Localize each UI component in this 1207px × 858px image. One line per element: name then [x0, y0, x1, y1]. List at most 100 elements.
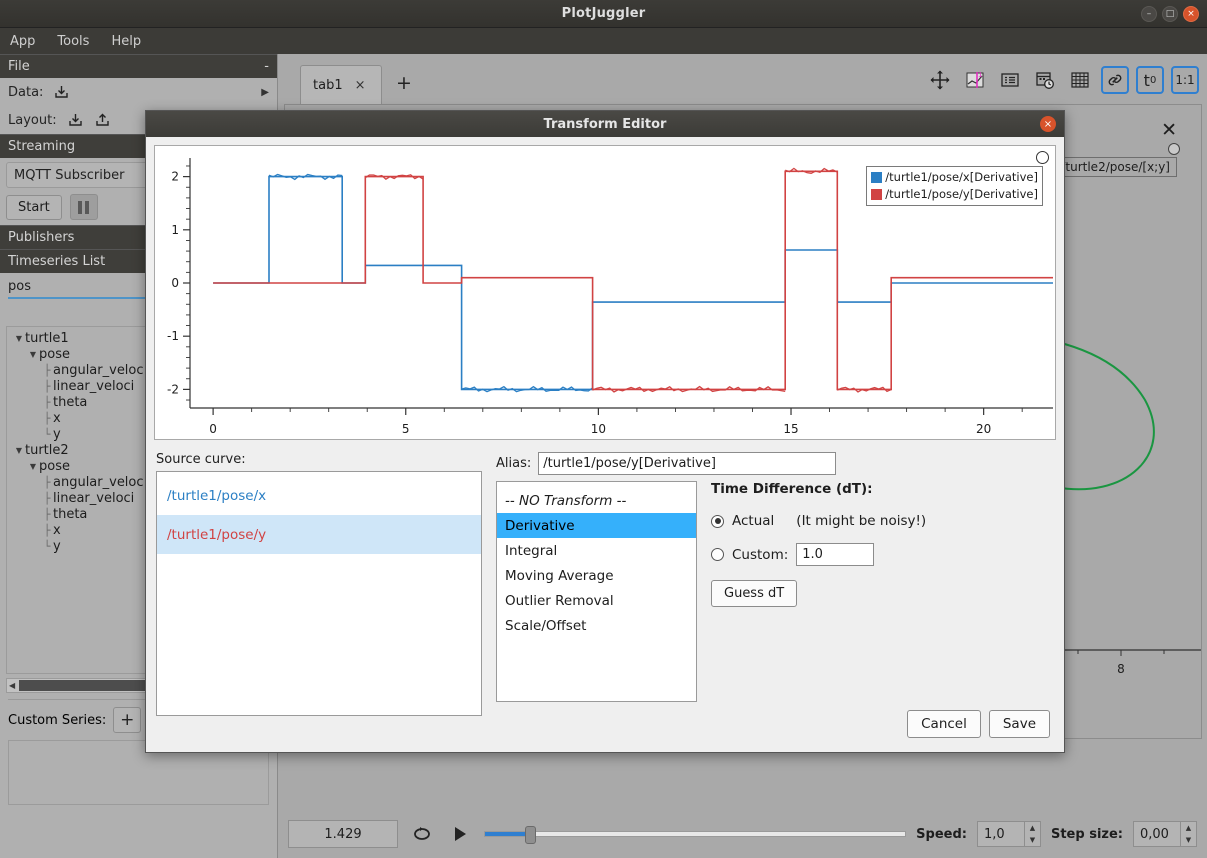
tree-node-label: linear_veloci [53, 379, 134, 395]
dialog-body: -2-101205101520 /turtle1/pose/x[Derivati… [146, 137, 1064, 724]
tree-node-label: angular_veloc [53, 475, 144, 491]
alias-input[interactable] [538, 452, 836, 475]
transform-list-item[interactable]: Moving Average [497, 563, 696, 588]
cancel-button[interactable]: Cancel [907, 710, 981, 738]
transform-list[interactable]: -- NO Transform -- Derivative Integral Movi… [496, 481, 697, 702]
tree-node-label: y [53, 539, 61, 555]
save-button[interactable]: Save [989, 710, 1050, 738]
transform-list-item[interactable]: -- NO Transform -- [497, 488, 696, 513]
dialog-close-button[interactable]: × [1040, 116, 1056, 132]
tab-tab1[interactable]: tab1 × [300, 65, 382, 105]
transform-list-item[interactable]: Derivative [497, 513, 696, 538]
chart-legend-item[interactable]: /turtle1/pose/y[Derivative] [871, 186, 1038, 203]
current-time-display[interactable]: 1.429 [288, 820, 398, 848]
menu-help[interactable]: Help [111, 34, 141, 49]
list-icon[interactable] [996, 66, 1024, 94]
speed-label: Speed: [916, 827, 967, 842]
t-zero-icon[interactable]: t0 [1136, 66, 1164, 94]
tree-node-label: pose [39, 459, 70, 475]
svg-text:8: 8 [1117, 662, 1125, 676]
transform-list-item[interactable]: Scale/Offset [497, 613, 696, 638]
maximize-button[interactable]: □ [1162, 6, 1178, 22]
data-label: Data: [8, 85, 43, 100]
dt-actual-label: Actual [732, 513, 774, 529]
dt-custom-radio[interactable] [711, 548, 724, 561]
timeline-slider[interactable] [484, 831, 906, 837]
transform-list-item-label: Moving Average [505, 568, 614, 584]
add-custom-series-button[interactable]: + [113, 707, 141, 733]
speed-stepper[interactable]: ▲ ▼ [977, 821, 1041, 847]
layout-label: Layout: [8, 113, 57, 128]
source-curve-item[interactable]: /turtle1/pose/y [157, 515, 481, 554]
tree-branch-icon: ├ [41, 491, 53, 507]
timeline-slider-fill [485, 832, 530, 836]
load-layout-icon[interactable] [67, 112, 84, 129]
grid-icon[interactable] [1066, 66, 1094, 94]
window-title: PlotJuggler [562, 6, 646, 21]
chart-resize-handle[interactable] [1036, 151, 1049, 164]
transform-list-column: -- NO Transform -- Derivative Integral Movi… [496, 481, 697, 702]
save-layout-icon[interactable] [94, 112, 111, 129]
menu-app[interactable]: App [10, 34, 35, 49]
step-down-arrow[interactable]: ▼ [1181, 834, 1196, 846]
start-button[interactable]: Start [6, 195, 62, 220]
dt-actual-radio[interactable] [711, 515, 724, 528]
dt-actual-row[interactable]: Actual (It might be noisy!) [711, 513, 1054, 529]
scroll-left-arrow[interactable]: ◀ [7, 681, 17, 690]
tree-expander-icon[interactable]: ▼ [27, 459, 39, 475]
source-curve-list[interactable]: /turtle1/pose/x/turtle1/pose/y [156, 471, 482, 716]
svg-text:-2: -2 [167, 382, 179, 396]
data-expand-arrow[interactable]: ▶ [261, 87, 269, 98]
minimize-button[interactable]: – [1141, 6, 1157, 22]
tree-branch-icon: ├ [41, 475, 53, 491]
transform-list-item[interactable]: Integral [497, 538, 696, 563]
transform-preview-chart[interactable]: -2-101205101520 /turtle1/pose/x[Derivati… [154, 145, 1056, 440]
step-size-stepper[interactable]: ▲ ▼ [1133, 821, 1197, 847]
speed-input[interactable] [977, 821, 1025, 847]
svg-text:1: 1 [978, 71, 982, 79]
add-tab-button[interactable]: + [396, 72, 412, 94]
loop-icon[interactable] [408, 820, 436, 848]
close-button[interactable]: × [1183, 6, 1199, 22]
tab-close-icon[interactable]: × [355, 78, 366, 93]
timeline-slider-thumb[interactable] [525, 826, 536, 844]
chart-legend-item[interactable]: /turtle1/pose/x[Derivative] [871, 169, 1038, 186]
tree-expander-icon[interactable]: ▼ [13, 443, 25, 459]
transform-list-item-label: -- NO Transform -- [505, 493, 626, 509]
chart-legend[interactable]: /turtle1/pose/x[Derivative]/turtle1/pose… [866, 166, 1043, 206]
speed-down-arrow[interactable]: ▼ [1025, 834, 1040, 846]
tracker-plot-icon[interactable]: 1 [961, 66, 989, 94]
transform-list-item-label: Derivative [505, 518, 575, 534]
source-curve-item[interactable]: /turtle1/pose/x [157, 476, 481, 515]
dt-custom-input[interactable] [796, 543, 874, 566]
tree-branch-icon: ├ [41, 395, 53, 411]
window-titlebar: PlotJuggler – □ × [0, 0, 1207, 28]
dt-custom-row[interactable]: Custom: [711, 543, 1054, 566]
speed-up-arrow[interactable]: ▲ [1025, 822, 1040, 834]
source-curve-item-label: /turtle1/pose/y [167, 527, 266, 543]
transform-settings-row: -- NO Transform -- Derivative Integral Movi… [496, 481, 1054, 702]
alias-label: Alias: [496, 456, 531, 471]
tree-expander-icon[interactable]: ▼ [27, 347, 39, 363]
step-up-arrow[interactable]: ▲ [1181, 822, 1196, 834]
tree-expander-icon[interactable]: ▼ [13, 331, 25, 347]
transform-list-item-label: Integral [505, 543, 557, 559]
menu-tools[interactable]: Tools [57, 34, 89, 49]
step-size-input[interactable] [1133, 821, 1181, 847]
dt-actual-hint: (It might be noisy!) [796, 513, 926, 529]
transform-list-item[interactable]: Outlier Removal [497, 588, 696, 613]
calendar-clock-icon[interactable] [1031, 66, 1059, 94]
sidebar-section-file[interactable]: File - [0, 54, 277, 78]
speed-stepper-arrows[interactable]: ▲ ▼ [1025, 821, 1041, 847]
one-to-one-icon[interactable]: 1:1 [1171, 66, 1199, 94]
move-icon[interactable] [926, 66, 954, 94]
file-collapse-icon[interactable]: - [264, 55, 269, 79]
timeseries-section-label: Timeseries List [8, 254, 105, 269]
play-icon[interactable] [446, 820, 474, 848]
guess-dt-button[interactable]: Guess dT [711, 580, 797, 607]
import-icon[interactable] [53, 84, 70, 101]
pause-icon[interactable] [70, 194, 98, 220]
link-icon[interactable] [1101, 66, 1129, 94]
dt-title: Time Difference (dT): [711, 481, 1054, 497]
step-size-stepper-arrows[interactable]: ▲ ▼ [1181, 821, 1197, 847]
